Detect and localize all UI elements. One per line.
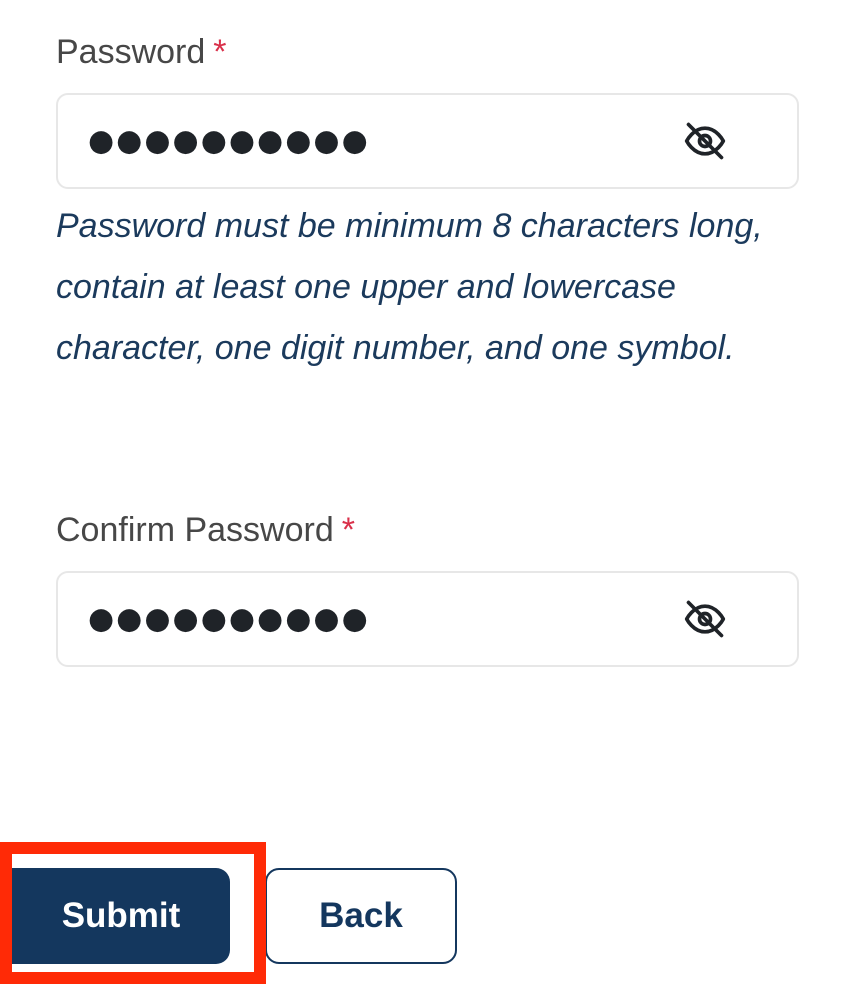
confirm-password-label: Confirm Password * xyxy=(56,510,355,550)
password-label-text: Password xyxy=(56,33,206,71)
eye-off-icon[interactable] xyxy=(683,597,727,641)
confirm-password-value: ●●●●●●●●●● xyxy=(88,601,370,637)
required-asterisk: * xyxy=(341,511,355,549)
confirm-password-label-text: Confirm Password xyxy=(56,511,334,549)
eye-off-icon[interactable] xyxy=(683,119,727,163)
confirm-password-input[interactable]: ●●●●●●●●●● xyxy=(56,571,799,667)
password-value: ●●●●●●●●●● xyxy=(88,123,370,159)
required-asterisk: * xyxy=(213,33,227,71)
submit-highlight-box xyxy=(0,842,266,984)
password-form: Password * ●●●●●●●●●● Password must be mi… xyxy=(0,0,854,1000)
password-label: Password * xyxy=(56,32,227,72)
back-button[interactable]: Back xyxy=(265,868,457,964)
password-requirements-hint: Password must be minimum 8 characters lo… xyxy=(56,207,763,367)
password-input[interactable]: ●●●●●●●●●● xyxy=(56,93,799,189)
